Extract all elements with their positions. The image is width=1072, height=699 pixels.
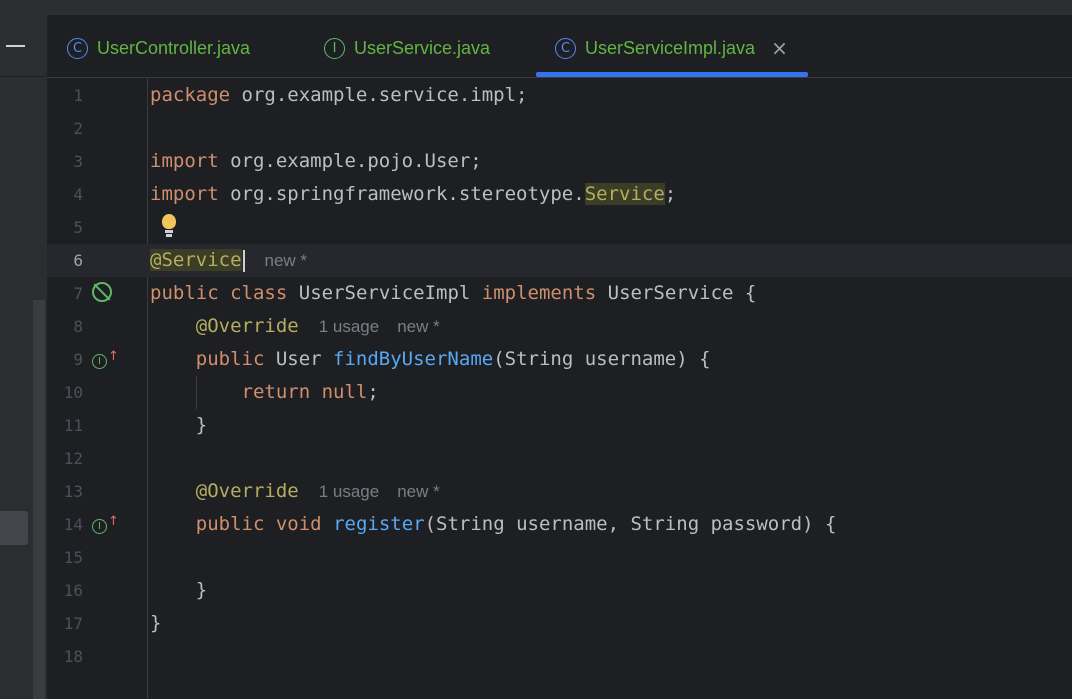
code-line[interactable]: 12 xyxy=(47,442,1072,475)
implements-method-icon[interactable]: I ↑ xyxy=(92,349,119,369)
inlay-hint-usages[interactable]: 1 usage xyxy=(319,317,380,336)
annotation: @Service xyxy=(150,249,242,271)
code-line[interactable]: 8 @Override 1 usage new * xyxy=(47,310,1072,343)
tab-user-service-impl[interactable]: C UserServiceImpl.java × xyxy=(555,30,788,66)
keyword: implements xyxy=(481,282,597,304)
line-number: 8 xyxy=(73,317,83,336)
class-icon: C xyxy=(555,37,576,59)
keyword: null xyxy=(321,381,368,403)
text-caret xyxy=(242,249,245,272)
code-line[interactable]: 1 package org.example.service.impl; xyxy=(47,79,1072,112)
code-line[interactable]: 7 public class UserServiceImpl implement… xyxy=(47,277,1072,310)
code-line[interactable]: 15 xyxy=(47,541,1072,574)
line-number: 10 xyxy=(63,383,83,402)
code-line[interactable]: 13 @Override 1 usage new * xyxy=(47,475,1072,508)
line-number: 1 xyxy=(73,86,83,105)
left-panel-header xyxy=(0,0,47,78)
code-line[interactable]: 18 xyxy=(47,640,1072,673)
code-text: } xyxy=(150,612,162,634)
line-number: 9 xyxy=(73,350,83,369)
line-number: 18 xyxy=(63,647,83,666)
code-line[interactable]: 2 xyxy=(47,112,1072,145)
left-panel-scrollbar[interactable] xyxy=(33,300,45,699)
close-icon[interactable]: × xyxy=(771,36,788,60)
code-line[interactable]: 4 import org.springframework.stereotype.… xyxy=(47,178,1072,211)
minimize-icon[interactable] xyxy=(6,45,25,47)
code-text: } xyxy=(195,579,208,601)
interface-icon: I xyxy=(324,37,345,59)
keyword: import xyxy=(150,183,219,205)
code-line[interactable]: 17 } xyxy=(47,607,1072,640)
line-number: 3 xyxy=(73,152,83,171)
code-text: (String username) { xyxy=(493,348,711,370)
code-line-current[interactable]: 6 @Service new * xyxy=(47,244,1072,277)
keyword: public xyxy=(195,513,265,535)
keyword: public xyxy=(195,348,265,370)
inlay-hint-new[interactable]: new * xyxy=(265,251,308,270)
title-strip xyxy=(47,0,1072,15)
class-icon: C xyxy=(67,37,88,59)
inlay-hint-new[interactable]: new * xyxy=(397,482,440,501)
keyword: import xyxy=(150,150,219,172)
code-line[interactable]: 16 } xyxy=(47,574,1072,607)
editor-tab-bar: C UserController.java I UserService.java… xyxy=(47,0,1072,78)
keyword: package xyxy=(150,84,231,106)
tab-user-controller[interactable]: C UserController.java xyxy=(67,30,250,66)
spring-bean-icon[interactable] xyxy=(92,282,112,302)
code-line[interactable]: 5 xyxy=(47,211,1072,244)
annotation: @Override xyxy=(195,315,299,337)
active-tab-indicator xyxy=(536,72,808,77)
code-line[interactable]: 10 return null; xyxy=(47,376,1072,409)
keyword: return xyxy=(241,381,311,403)
code-text: org.example.service.impl; xyxy=(230,84,528,106)
code-text: org.example.pojo.User; xyxy=(218,150,482,172)
code-line[interactable]: 11 } xyxy=(47,409,1072,442)
keyword: class xyxy=(230,282,288,304)
line-number: 6 xyxy=(73,251,83,270)
tab-label: UserController.java xyxy=(97,37,251,58)
left-tool-panel xyxy=(0,0,47,699)
code-line[interactable]: 14 I ↑ public void register(String userna… xyxy=(47,508,1072,541)
method-name: findByUserName xyxy=(333,348,494,370)
code-text: User xyxy=(264,348,334,370)
highlighted-symbol[interactable]: Service xyxy=(584,183,665,205)
code-text: (String username, String password) { xyxy=(424,513,837,535)
line-number: 16 xyxy=(63,581,83,600)
code-text: } xyxy=(195,414,208,436)
line-number: 5 xyxy=(73,218,83,237)
left-panel-divider xyxy=(0,76,47,77)
code-text: ; xyxy=(367,381,379,403)
line-number: 12 xyxy=(63,449,83,468)
keyword: void xyxy=(275,513,322,535)
method-name: register xyxy=(333,513,425,535)
class-name: UserServiceImpl xyxy=(298,282,471,304)
tab-user-service[interactable]: I UserService.java xyxy=(324,30,490,66)
line-number: 4 xyxy=(73,185,83,204)
line-number: 2 xyxy=(73,119,83,138)
tab-label: UserService.java xyxy=(354,37,491,58)
line-number: 7 xyxy=(73,284,83,303)
implements-method-icon[interactable]: I ↑ xyxy=(92,514,119,534)
code-line[interactable]: 3 import org.example.pojo.User; xyxy=(47,145,1072,178)
line-number: 13 xyxy=(63,482,83,501)
lightbulb-icon[interactable] xyxy=(161,214,177,240)
line-number: 11 xyxy=(63,416,83,435)
line-number: 15 xyxy=(63,548,83,567)
inlay-hint-new[interactable]: new * xyxy=(397,317,440,336)
keyword: public xyxy=(150,282,219,304)
code-text: ; xyxy=(664,183,677,205)
code-text: org.springframework.stereotype. xyxy=(218,183,585,205)
tab-label: UserServiceImpl.java xyxy=(585,37,756,58)
left-panel-selected-item[interactable] xyxy=(0,511,28,545)
code-text: UserService { xyxy=(607,282,757,304)
code-line[interactable]: 9 I ↑ public User findByUserName(String u… xyxy=(47,343,1072,376)
code-editor[interactable]: 1 package org.example.service.impl; 2 3 … xyxy=(47,78,1072,699)
line-number: 17 xyxy=(63,614,83,633)
line-number: 14 xyxy=(63,515,83,534)
annotation: @Override xyxy=(195,480,299,502)
inlay-hint-usages[interactable]: 1 usage xyxy=(319,482,380,501)
